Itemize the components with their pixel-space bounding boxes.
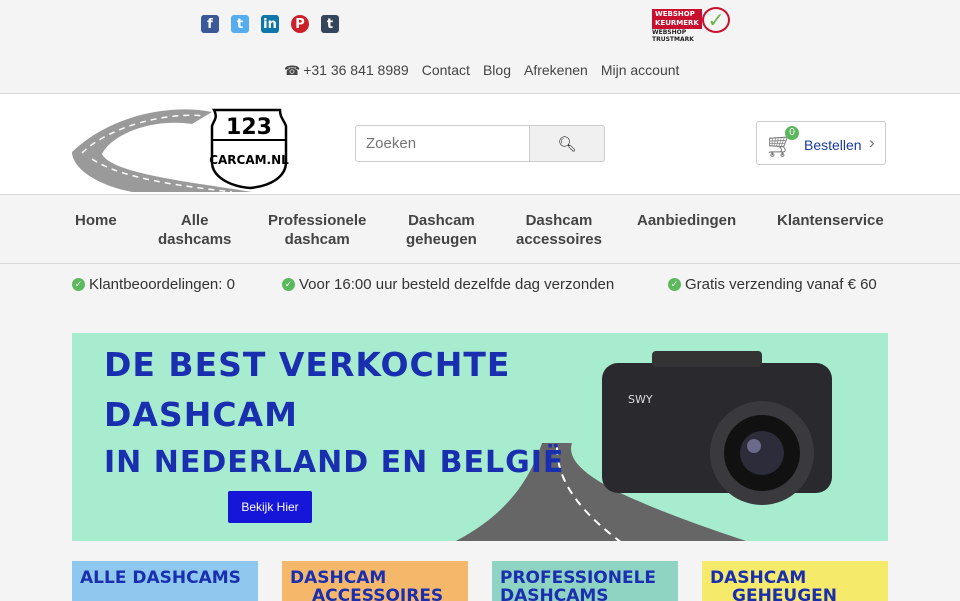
banner-headline-1: DE BEST VERKOCHTE — [104, 345, 511, 384]
check-circle-icon: ✓ — [668, 278, 681, 291]
category-card-accessories[interactable]: DASHCAM ACCESSOIRES — [282, 561, 468, 601]
view-here-button[interactable]: Bekijk Hier — [228, 491, 312, 523]
webshop-trustmark-logo[interactable]: WEBSHOP KEURMERK ✓ WEBSHOP TRUSTMARK — [652, 7, 730, 43]
dashcam-image: SWY — [602, 351, 832, 505]
account-link[interactable]: Mijn account — [601, 62, 680, 79]
search-icon: 🔍︎ — [557, 135, 577, 153]
top-bar: f t in P t WEBSHOP KEURMERK ✓ WEBSHOP TRU… — [0, 0, 960, 94]
blog-link[interactable]: Blog — [483, 62, 511, 79]
nav-item-dashcam-accessories[interactable]: Dashcam accessoires — [516, 211, 602, 249]
nav-item-customer-service[interactable]: Klantenservice — [777, 211, 884, 230]
search-button[interactable]: 🔍︎ — [530, 125, 605, 162]
nav-item-professional-dashcam[interactable]: Professionele dashcam — [268, 211, 366, 249]
cart-count-badge: 0 — [785, 126, 799, 140]
logo-number: 123 — [226, 115, 272, 140]
main-nav: Home Alle dashcams Professionele dashcam D… — [0, 195, 960, 264]
pinterest-icon[interactable]: P — [291, 15, 309, 33]
cart-button[interactable]: 🛒︎ 0 Bestellen › — [756, 121, 886, 165]
phone-icon: ☎ — [284, 63, 301, 78]
trustmark-caption: WEBSHOP TRUSTMARK — [652, 29, 694, 43]
usp-free-shipping: ✓ Gratis verzending vanaf € 60 — [668, 276, 877, 293]
linkedin-icon[interactable]: in — [261, 15, 279, 33]
category-card-memory[interactable]: DASHCAM GEHEUGEN — [702, 561, 888, 601]
check-circle-icon: ✓ — [282, 278, 295, 291]
chevron-right-icon: › — [869, 133, 875, 152]
trustmark-badge: WEBSHOP KEURMERK — [652, 9, 702, 29]
phone-link[interactable]: ☎ +31 36 841 8989 — [284, 62, 409, 79]
cart-label: Bestellen — [804, 137, 862, 153]
logo-text: CARCAM.NL — [209, 153, 289, 167]
nav-item-all-dashcams[interactable]: Alle dashcams — [158, 211, 231, 249]
hero-banner[interactable]: DE BEST VERKOCHTE DASHCAM IN NEDERLAND E… — [72, 333, 888, 541]
road-logo-graphic: 123 CARCAM.NL — [72, 108, 289, 193]
checkout-link[interactable]: Afrekenen — [524, 62, 588, 79]
search-input[interactable] — [355, 125, 530, 162]
contact-link[interactable]: Contact — [422, 62, 470, 79]
header: 123 CARCAM.NL 🔍︎ 🛒︎ 0 Bestellen › — [0, 94, 960, 195]
tumblr-icon[interactable]: t — [321, 15, 339, 33]
nav-item-home[interactable]: Home — [75, 211, 117, 230]
banner-headline-3: IN NEDERLAND EN BELGIË — [104, 445, 565, 480]
check-circle-icon: ✓ — [72, 278, 85, 291]
svg-text:SWY: SWY — [628, 393, 653, 406]
site-logo[interactable]: 123 CARCAM.NL — [72, 104, 292, 193]
search-bar: 🔍︎ — [355, 125, 605, 162]
category-card-professional[interactable]: PROFESSIONELE DASHCAMS — [492, 561, 678, 601]
social-links: f t in P t — [201, 15, 339, 33]
usp-same-day-shipping: ✓ Voor 16:00 uur besteld dezelfde dag ver… — [282, 276, 614, 293]
facebook-icon[interactable]: f — [201, 15, 219, 33]
twitter-icon[interactable]: t — [231, 15, 249, 33]
banner-headline-2: DASHCAM — [104, 395, 298, 434]
nav-item-dashcam-memory[interactable]: Dashcam geheugen — [406, 211, 477, 249]
nav-item-offers[interactable]: Aanbiedingen — [637, 211, 736, 230]
usp-reviews: ✓ Klantbeoordelingen: 0 — [72, 276, 235, 293]
top-links: ☎ +31 36 841 8989 Contact Blog Afrekenen … — [284, 62, 679, 79]
category-card-all-dashcams[interactable]: ALLE DASHCAMS — [72, 561, 258, 601]
category-cards: ALLE DASHCAMS DASHCAM ACCESSOIRES PROFESS… — [72, 561, 888, 601]
